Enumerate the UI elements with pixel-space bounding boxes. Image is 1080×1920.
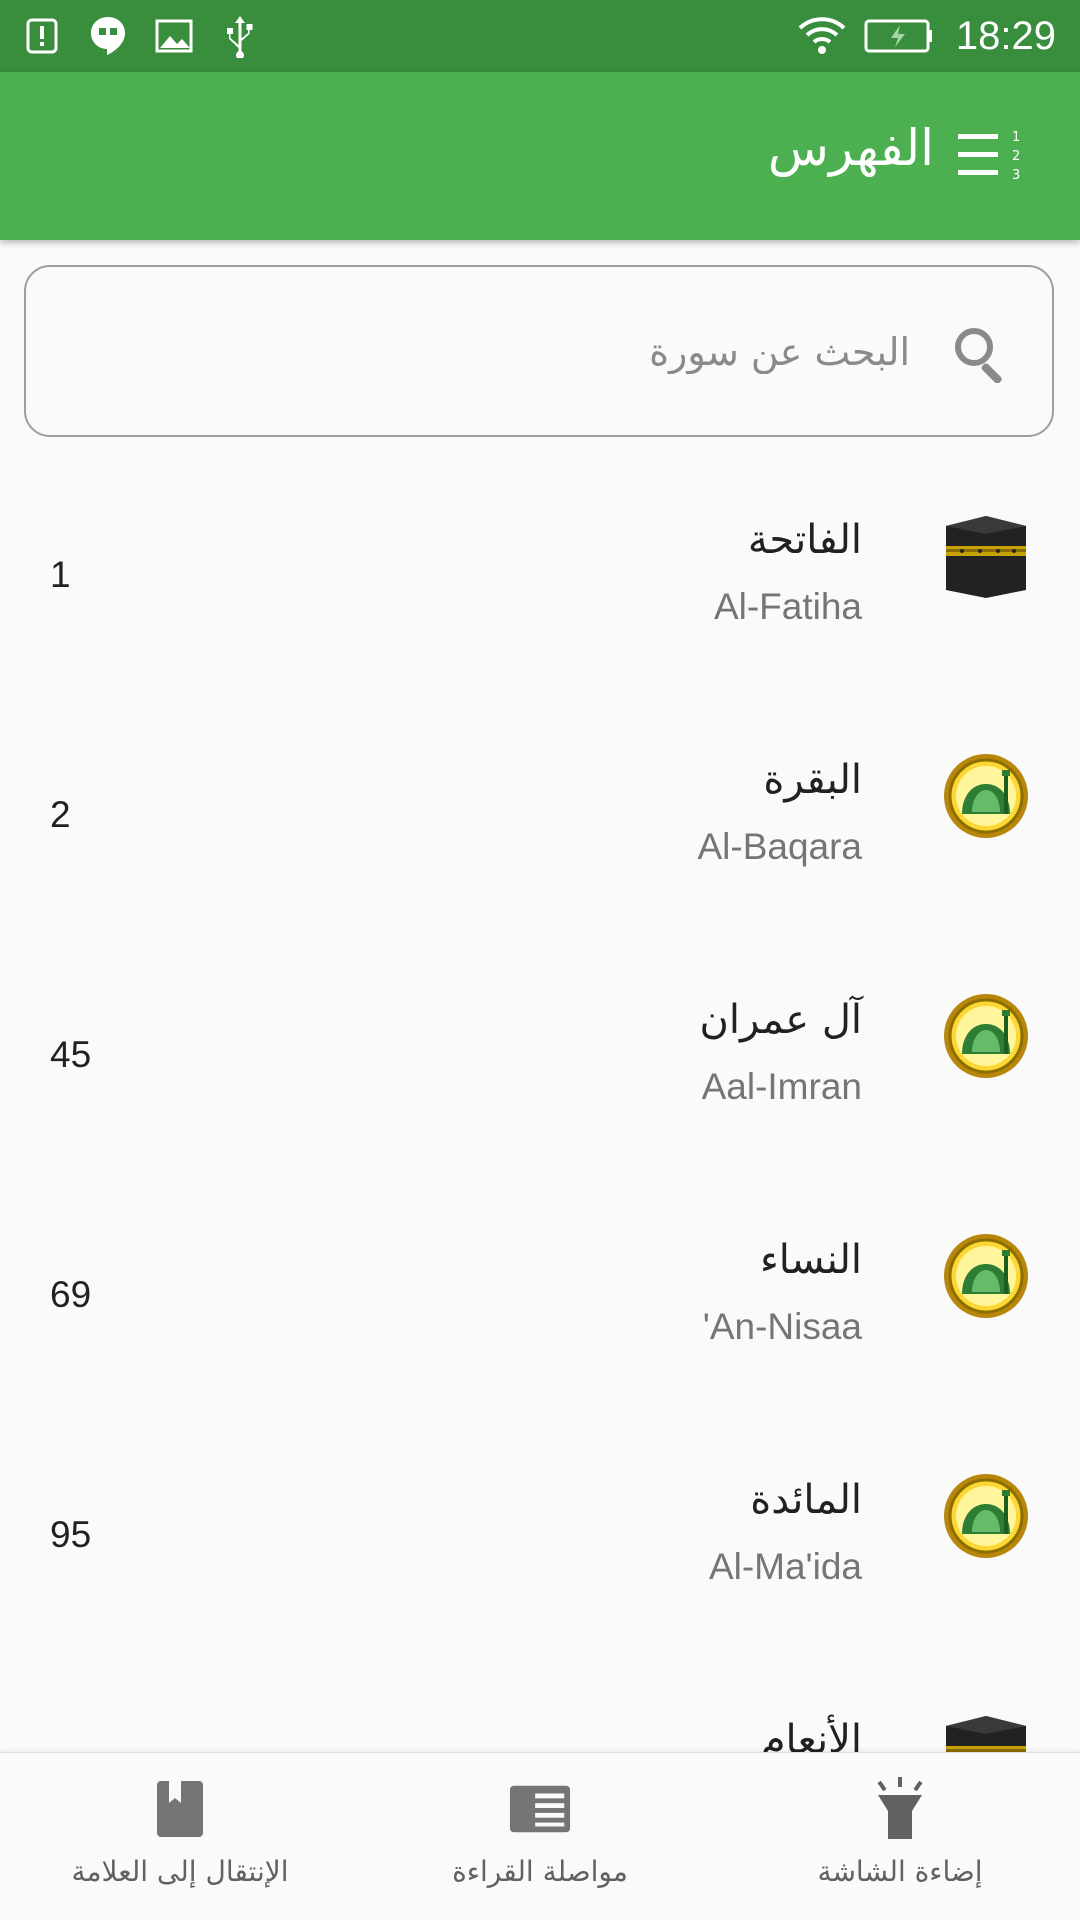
surah-page-number: 45 <box>50 1034 92 1075</box>
bottom-nav: الإنتقال إلى العلامة مواصلة القراءة إضاء… <box>0 1752 1080 1920</box>
app-bar: الفهرس 1 2 3 <box>0 72 1080 240</box>
surah-list: الفاتحة Al-Fatiha 1 البقرة Al-Baqara 2 آ… <box>0 456 1080 1752</box>
kaaba-icon <box>942 512 1030 600</box>
surah-name-english: Al-Baqara <box>697 826 862 867</box>
status-notifications <box>22 14 286 58</box>
madina-icon <box>942 1232 1030 1320</box>
image-icon <box>154 14 194 58</box>
page-title: الفهرس <box>767 119 934 177</box>
screen-light-button[interactable]: إضاءة الشاشة <box>720 1753 1080 1920</box>
nav-label: مواصلة القراءة <box>452 1855 628 1888</box>
surah-page-number: 69 <box>50 1274 92 1315</box>
surah-name-english: 'An-Nisaa <box>702 1306 862 1347</box>
nav-label: إضاءة الشاشة <box>817 1855 983 1888</box>
list-item[interactable]: البقرة Al-Baqara 2 <box>0 696 1080 936</box>
go-to-bookmark-button[interactable]: الإنتقال إلى العلامة <box>0 1753 360 1920</box>
surah-page-number: 95 <box>50 1514 92 1555</box>
surah-name-english: Al-Ma'ida <box>708 1546 862 1587</box>
list-item[interactable]: الفاتحة Al-Fatiha 1 <box>0 456 1080 696</box>
surah-name-arabic: الفاتحة <box>747 517 862 563</box>
sort-list-icon: 1 2 3 <box>958 130 1020 183</box>
search-icon[interactable] <box>950 323 1010 384</box>
surah-name-arabic: البقرة <box>763 757 862 803</box>
surah-name-arabic: النساء <box>759 1237 862 1283</box>
surah-name-english: Aal-Imran <box>701 1066 862 1107</box>
battery-charging-icon <box>864 18 934 54</box>
search-box[interactable] <box>24 265 1054 437</box>
bookmark-icon <box>148 1777 212 1841</box>
status-bar: 18:29 <box>0 0 1080 72</box>
svg-text:1: 1 <box>1012 130 1020 145</box>
madina-icon <box>942 992 1030 1080</box>
surah-name-arabic: المائدة <box>750 1477 862 1523</box>
status-system: 18:29 <box>798 10 1056 62</box>
screen: 18:29 الفهرس 1 2 3 الفاتحة <box>0 0 1080 1920</box>
sort-list-button[interactable]: 1 2 3 <box>956 124 1028 188</box>
list-item[interactable]: النساء 'An-Nisaa 69 <box>0 1176 1080 1416</box>
search-input[interactable] <box>88 315 912 389</box>
svg-text:2: 2 <box>1012 149 1020 164</box>
list-item[interactable]: المائدة Al-Ma'ida 95 <box>0 1416 1080 1656</box>
list-item[interactable]: آل عمران Aal-Imran 45 <box>0 936 1080 1176</box>
surah-name-english: Al-Fatiha <box>713 586 862 627</box>
madina-icon <box>942 752 1030 840</box>
madina-icon <box>942 1472 1030 1560</box>
surah-page-number: 1 <box>50 554 71 595</box>
nav-label: الإنتقال إلى العلامة <box>71 1855 289 1888</box>
alert-icon <box>22 14 62 58</box>
surah-name-arabic: الأنعام <box>760 1717 862 1752</box>
hangouts-icon <box>88 14 128 58</box>
reading-icon <box>508 1777 572 1841</box>
continue-reading-button[interactable]: مواصلة القراءة <box>360 1753 720 1920</box>
surah-name-arabic: آل عمران <box>699 997 862 1043</box>
surah-page-number: 2 <box>50 794 71 835</box>
list-item[interactable]: الأنعام <box>0 1656 1080 1752</box>
usb-icon <box>220 14 260 58</box>
flashlight-icon <box>868 1777 932 1841</box>
status-time: 18:29 <box>955 13 1056 58</box>
wifi-icon <box>798 16 846 56</box>
kaaba-icon <box>942 1712 1030 1752</box>
svg-text:3: 3 <box>1012 168 1020 183</box>
